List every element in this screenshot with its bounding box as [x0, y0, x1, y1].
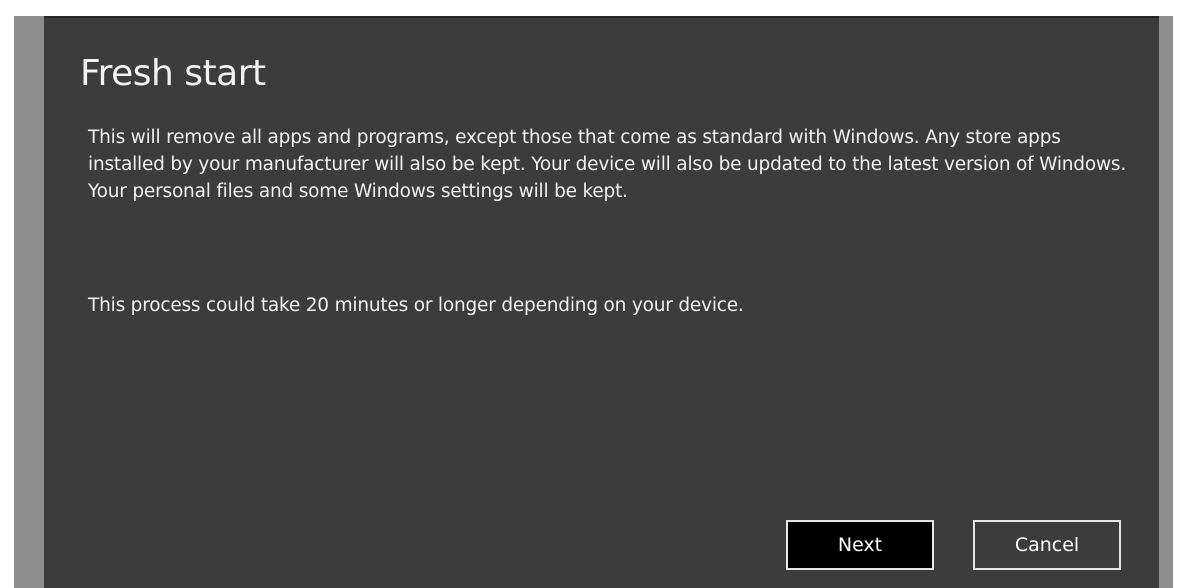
dialog-gutter-right	[1159, 16, 1173, 588]
dialog-gutter-left	[14, 16, 44, 588]
cancel-button-label: Cancel	[1014, 534, 1080, 556]
next-button-label: Next	[837, 534, 883, 556]
window-top-strip	[0, 0, 1187, 16]
cancel-button[interactable]: Cancel	[973, 520, 1121, 570]
next-button[interactable]: Next	[786, 520, 934, 570]
window-frame-left	[0, 0, 14, 588]
dialog-duration-note: This process could take 20 minutes or lo…	[88, 295, 744, 316]
dialog-description: This will remove all apps and programs, …	[88, 127, 1127, 202]
fresh-start-dialog: Fresh start This will remove all apps an…	[44, 16, 1159, 588]
dialog-title: Fresh start	[80, 53, 266, 94]
window-frame-right	[1173, 0, 1187, 588]
